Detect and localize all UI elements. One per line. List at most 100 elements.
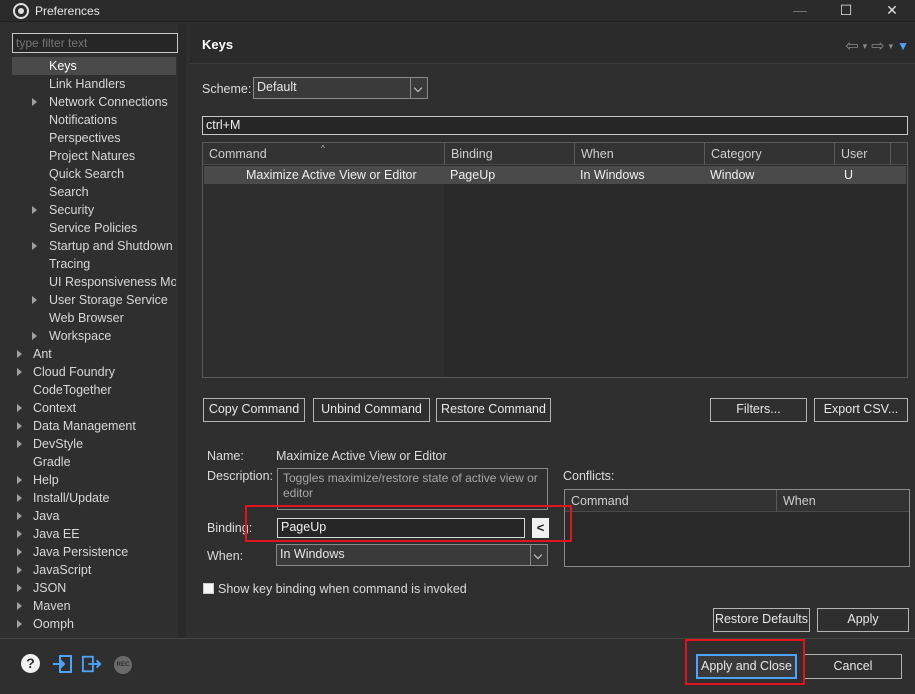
expand-arrow-icon[interactable]	[17, 494, 22, 502]
filter-input[interactable]	[12, 33, 178, 53]
expand-arrow-icon[interactable]	[32, 332, 37, 340]
tree-item-tracing[interactable]: Tracing	[12, 255, 176, 273]
tree-item-link-handlers[interactable]: Link Handlers	[12, 75, 176, 93]
tree-item-label: Gradle	[33, 455, 71, 469]
record-icon[interactable]: REC	[114, 656, 132, 674]
apply-button[interactable]: Apply	[817, 608, 909, 632]
preferences-tree: Keys Link Handlers Network Connections Noti…	[12, 57, 176, 635]
tree-item-oomph[interactable]: Oomph	[12, 615, 176, 633]
tree-item-devstyle[interactable]: DevStyle	[12, 435, 176, 453]
column-header-category[interactable]: Category	[705, 143, 835, 165]
table-row[interactable]: Maximize Active View or Editor PageUp In…	[204, 166, 906, 184]
cancel-button[interactable]: Cancel	[804, 654, 902, 679]
tree-item-workspace[interactable]: Workspace	[12, 327, 176, 345]
expand-arrow-icon[interactable]	[32, 98, 37, 106]
tree-item-label: DevStyle	[33, 437, 84, 451]
tree-item-java-ee[interactable]: Java EE	[12, 525, 176, 543]
conflicts-column-when[interactable]: When	[777, 490, 909, 512]
expand-arrow-icon[interactable]	[17, 404, 22, 412]
tree-item-label: Workspace	[49, 329, 112, 343]
expand-arrow-icon[interactable]	[17, 350, 22, 358]
expand-arrow-icon[interactable]	[17, 476, 22, 484]
tree-item-gradle[interactable]: Gradle	[12, 453, 176, 471]
expand-arrow-icon[interactable]	[17, 512, 22, 520]
when-select[interactable]: In Windows	[276, 544, 548, 566]
expand-arrow-icon[interactable]	[17, 620, 22, 628]
column-header-binding[interactable]: Binding	[445, 143, 575, 165]
restore-command-button[interactable]: Restore Command	[436, 398, 551, 422]
import-icon[interactable]	[52, 655, 72, 673]
tree-item-startup-and-shutdown[interactable]: Startup and Shutdown	[12, 237, 176, 255]
expand-arrow-icon[interactable]	[17, 422, 22, 430]
tree-item-codetogether[interactable]: CodeTogether	[12, 381, 176, 399]
keys-search-input[interactable]: ctrl+M	[202, 116, 908, 135]
expand-arrow-icon[interactable]	[32, 242, 37, 250]
restore-defaults-button[interactable]: Restore Defaults	[713, 608, 810, 632]
tree-item-json[interactable]: JSON	[12, 579, 176, 597]
tree-item-user-storage-service[interactable]: User Storage Service	[12, 291, 176, 309]
tree-item-service-policies[interactable]: Service Policies	[12, 219, 176, 237]
tree-item-javascript[interactable]: JavaScript	[12, 561, 176, 579]
tree-item-label: Java Persistence	[33, 545, 129, 559]
tree-item-keys[interactable]: Keys	[12, 57, 176, 75]
tree-item-java-persistence[interactable]: Java Persistence	[12, 543, 176, 561]
tree-item-web-browser[interactable]: Web Browser	[12, 309, 176, 327]
export-csv-button[interactable]: Export CSV...	[814, 398, 908, 422]
back-history-dropdown-icon[interactable]: ▾	[863, 41, 868, 52]
show-binding-checkbox[interactable]	[203, 583, 214, 594]
expand-arrow-icon[interactable]	[17, 548, 22, 556]
tree-item-perspectives[interactable]: Perspectives	[12, 129, 176, 147]
expand-arrow-icon[interactable]	[17, 530, 22, 538]
expand-arrow-icon[interactable]	[17, 368, 22, 376]
preferences-tree-pane: Keys Link Handlers Network Connections Noti…	[0, 24, 186, 638]
row-when: In Windows	[580, 168, 645, 182]
tree-item-label: JSON	[33, 581, 67, 595]
tree-item-cloud-foundry[interactable]: Cloud Foundry	[12, 363, 176, 381]
tree-item-network-connections[interactable]: Network Connections	[12, 93, 176, 111]
column-header-user[interactable]: User	[835, 143, 891, 165]
minimize-button[interactable]: —	[777, 0, 823, 22]
copy-command-button[interactable]: Copy Command	[203, 398, 305, 422]
tree-item-search[interactable]: Search	[12, 183, 176, 201]
export-icon[interactable]	[82, 655, 102, 673]
tree-item-context[interactable]: Context	[12, 399, 176, 417]
expand-arrow-icon[interactable]	[17, 566, 22, 574]
expand-arrow-icon[interactable]	[17, 584, 22, 592]
tree-item-label: Install/Update	[33, 491, 110, 505]
unbind-command-button[interactable]: Unbind Command	[313, 398, 430, 422]
row-category: Window	[710, 168, 755, 182]
tree-item-project-natures[interactable]: Project Natures	[12, 147, 176, 165]
conflicts-column-command[interactable]: Command	[565, 490, 777, 512]
row-binding: PageUp	[450, 168, 496, 182]
description-field[interactable]: Toggles maximize/restore state of active…	[277, 468, 548, 510]
tree-item-data-management[interactable]: Data Management	[12, 417, 176, 435]
tree-item-help[interactable]: Help	[12, 471, 176, 489]
tree-scrollbar[interactable]	[178, 24, 186, 638]
expand-arrow-icon[interactable]	[17, 602, 22, 610]
expand-arrow-icon[interactable]	[32, 296, 37, 304]
forward-history-dropdown-icon[interactable]: ▾	[889, 41, 894, 52]
expand-arrow-icon[interactable]	[32, 206, 37, 214]
close-button[interactable]: ✕	[869, 0, 915, 22]
view-menu-icon[interactable]: ▼	[897, 39, 909, 53]
help-icon[interactable]: ?	[21, 654, 40, 673]
tree-item-quick-search[interactable]: Quick Search	[12, 165, 176, 183]
tree-item-maven[interactable]: Maven	[12, 597, 176, 615]
page-navigation: ⇦ ▾ ⇨ ▾ ▼	[845, 36, 909, 56]
tree-item-notifications[interactable]: Notifications	[12, 111, 176, 129]
tree-item-java[interactable]: Java	[12, 507, 176, 525]
filters-button[interactable]: Filters...	[710, 398, 807, 422]
forward-arrow-icon[interactable]: ⇨	[871, 36, 884, 56]
tree-item-label: Help	[33, 473, 59, 487]
maximize-button[interactable]: ☐	[823, 0, 869, 22]
tree-item-label: Security	[49, 203, 95, 217]
scheme-select[interactable]: Default	[253, 77, 428, 99]
tree-item-ui-responsiveness-mor[interactable]: UI Responsiveness Mor	[12, 273, 176, 291]
expand-arrow-icon[interactable]	[17, 440, 22, 448]
back-arrow-icon[interactable]: ⇦	[845, 36, 858, 56]
tree-item-ant[interactable]: Ant	[12, 345, 176, 363]
tree-item-install-update[interactable]: Install/Update	[12, 489, 176, 507]
tree-item-label: Context	[33, 401, 77, 415]
tree-item-security[interactable]: Security	[12, 201, 176, 219]
column-header-when[interactable]: When	[575, 143, 705, 165]
